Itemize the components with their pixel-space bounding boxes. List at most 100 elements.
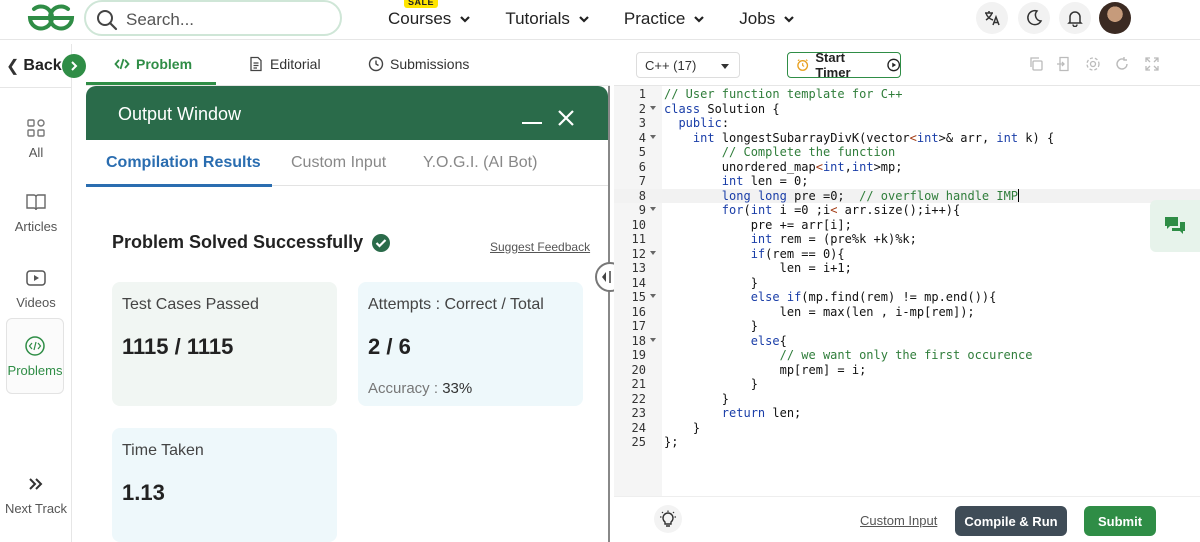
rail-item-problems[interactable]: Problems — [6, 318, 64, 394]
code-editor[interactable]: 1 // User function template for C++ 2 class… — [614, 86, 1200, 496]
search-box[interactable]: Search... — [84, 0, 342, 36]
code-line[interactable]: 16 len = max(len , i-mp[rem]); — [614, 305, 1200, 320]
tab-submissions[interactable]: Submissions — [368, 56, 469, 72]
code-line[interactable]: 24 } — [614, 421, 1200, 436]
rail-item-next-track[interactable]: Next Track — [0, 462, 72, 526]
nav-courses[interactable]: SALE Courses — [388, 0, 471, 30]
fold-toggle-icon[interactable] — [650, 134, 656, 139]
translate-button[interactable] — [976, 2, 1008, 34]
code-text: } — [664, 275, 758, 290]
code-line[interactable]: 6 unordered_map<int,int>mp; — [614, 160, 1200, 175]
code-line[interactable]: 9 for(int i =0 ;i< arr.size();i++){ — [614, 203, 1200, 218]
code-line[interactable]: 23 return len; — [614, 406, 1200, 421]
code-line[interactable]: 11 int rem = (pre%k +k)%k; — [614, 232, 1200, 247]
line-number: 14 — [631, 275, 646, 290]
avatar[interactable] — [1099, 2, 1131, 34]
code-line[interactable]: 17 } — [614, 319, 1200, 334]
rail-item-articles[interactable]: Articles — [0, 176, 72, 248]
compile-run-button[interactable]: Compile & Run — [955, 506, 1067, 536]
import-file-icon[interactable] — [1056, 56, 1072, 72]
code-line[interactable]: 14 } — [614, 276, 1200, 291]
start-timer-button[interactable]: Start Timer — [787, 50, 901, 80]
tab-problem[interactable]: Problem — [114, 56, 192, 72]
hint-button[interactable] — [654, 505, 682, 533]
copy-icon[interactable] — [1028, 56, 1044, 72]
code-line[interactable]: 20 mp[rem] = i; — [614, 363, 1200, 378]
expand-sidebar-button[interactable] — [62, 54, 86, 78]
fold-toggle-icon[interactable] — [650, 294, 656, 298]
code-text: mp[rem] = i; — [664, 362, 867, 377]
line-number: 19 — [631, 348, 646, 362]
gfg-logo-icon[interactable] — [26, 3, 76, 33]
back-button[interactable]: ❮ Back — [0, 44, 86, 88]
tab-yogi-ai-bot[interactable]: Y.O.G.I. (AI Bot) — [423, 154, 537, 172]
code-line[interactable]: 22 } — [614, 392, 1200, 407]
fullscreen-icon[interactable] — [1144, 56, 1160, 72]
code-line[interactable]: 10 pre += arr[i]; — [614, 218, 1200, 233]
code-line[interactable]: 2 class Solution { — [614, 102, 1200, 117]
status-message: Problem Solved Successfully — [112, 232, 391, 253]
code-text: return len; — [721, 406, 802, 420]
nav-practice[interactable]: Practice — [624, 8, 705, 30]
language-select[interactable]: C++ (17) — [636, 52, 740, 78]
code-text: } — [664, 377, 758, 391]
code-line[interactable]: 12 if(rem == 0){ — [614, 247, 1200, 262]
code-line[interactable]: 8 long long pre =0; // overflow handle I… — [614, 188, 1200, 203]
dark-mode-button[interactable] — [1018, 2, 1050, 34]
nav-tutorials[interactable]: Tutorials — [505, 8, 590, 30]
fold-toggle-icon[interactable] — [650, 105, 656, 110]
tab-editorial[interactable]: Editorial — [248, 56, 321, 72]
code-line[interactable]: 15 else if(mp.find(rem) != mp.end()){ — [614, 290, 1200, 305]
code-line[interactable]: 3 public: — [614, 116, 1200, 131]
code-line[interactable]: 21 } — [614, 377, 1200, 392]
settings-icon[interactable] — [1085, 56, 1101, 72]
line-number: 24 — [631, 420, 646, 435]
test-cases-card: Test Cases Passed 1115 / 1115 — [112, 282, 337, 406]
line-number: 20 — [631, 362, 646, 377]
code-text: else{ — [750, 333, 787, 348]
code-line[interactable]: 18 else{ — [614, 334, 1200, 349]
code-text: else if(mp.find(rem) != mp.end()){ — [750, 290, 997, 304]
reset-icon[interactable] — [1114, 56, 1130, 72]
alarm-icon — [797, 59, 809, 71]
fold-toggle-icon[interactable] — [650, 250, 656, 255]
code-line[interactable]: 19 // we want only the first occurence — [614, 348, 1200, 363]
notifications-button[interactable] — [1059, 2, 1091, 34]
line-number: 15 — [631, 290, 646, 304]
output-window: Output Window Compilation Results Custom… — [86, 86, 610, 542]
code-text: long long pre =0; // overflow handle IMP — [721, 188, 1020, 203]
accuracy-row: Accuracy : 33% — [368, 380, 573, 397]
code-line[interactable]: 7 int len = 0; — [614, 174, 1200, 189]
code-line[interactable]: 4 int longestSubarrayDivK(vector<int>& a… — [614, 131, 1200, 146]
nav-courses-label: Courses — [388, 9, 452, 28]
code-text: int len = 0; — [721, 174, 809, 188]
attempts-card: Attempts : Correct / Total 2 / 6 Accurac… — [358, 282, 583, 406]
code-line[interactable]: 5 // Complete the function — [614, 145, 1200, 160]
rail-item-videos[interactable]: Videos — [0, 252, 72, 324]
video-icon — [26, 269, 46, 286]
rail-item-all[interactable]: All — [0, 102, 72, 174]
rail-item-label: Next Track — [4, 500, 68, 516]
tab-custom-input[interactable]: Custom Input — [291, 154, 386, 172]
code-line[interactable]: 25}; — [614, 435, 1200, 450]
chevron-left-icon: ❮ — [6, 57, 20, 75]
minimize-icon[interactable] — [522, 122, 542, 124]
fold-toggle-icon[interactable] — [650, 207, 656, 211]
chevron-down-icon — [784, 16, 794, 23]
suggest-feedback-link[interactable]: Suggest Feedback — [490, 240, 590, 254]
nav-jobs[interactable]: Jobs — [739, 8, 795, 30]
tab-compilation-results[interactable]: Compilation Results — [106, 154, 261, 172]
chat-button[interactable] — [1150, 200, 1200, 252]
custom-input-link[interactable]: Custom Input — [860, 513, 937, 528]
code-text: class Solution { — [664, 101, 780, 116]
fold-toggle-icon[interactable] — [650, 337, 656, 342]
line-number: 2 — [638, 101, 646, 116]
close-icon[interactable] — [556, 108, 576, 128]
accuracy-label: Accuracy : — [368, 380, 439, 397]
search-icon — [97, 10, 118, 31]
code-line[interactable]: 13 len = i+1; — [614, 261, 1200, 276]
main-menu: SALE Courses Tutorials Practice Jobs — [388, 0, 829, 30]
code-line[interactable]: 1 // User function template for C++ — [614, 87, 1200, 102]
submit-button[interactable]: Submit — [1084, 506, 1156, 536]
language-value: C++ (17) — [645, 57, 697, 73]
